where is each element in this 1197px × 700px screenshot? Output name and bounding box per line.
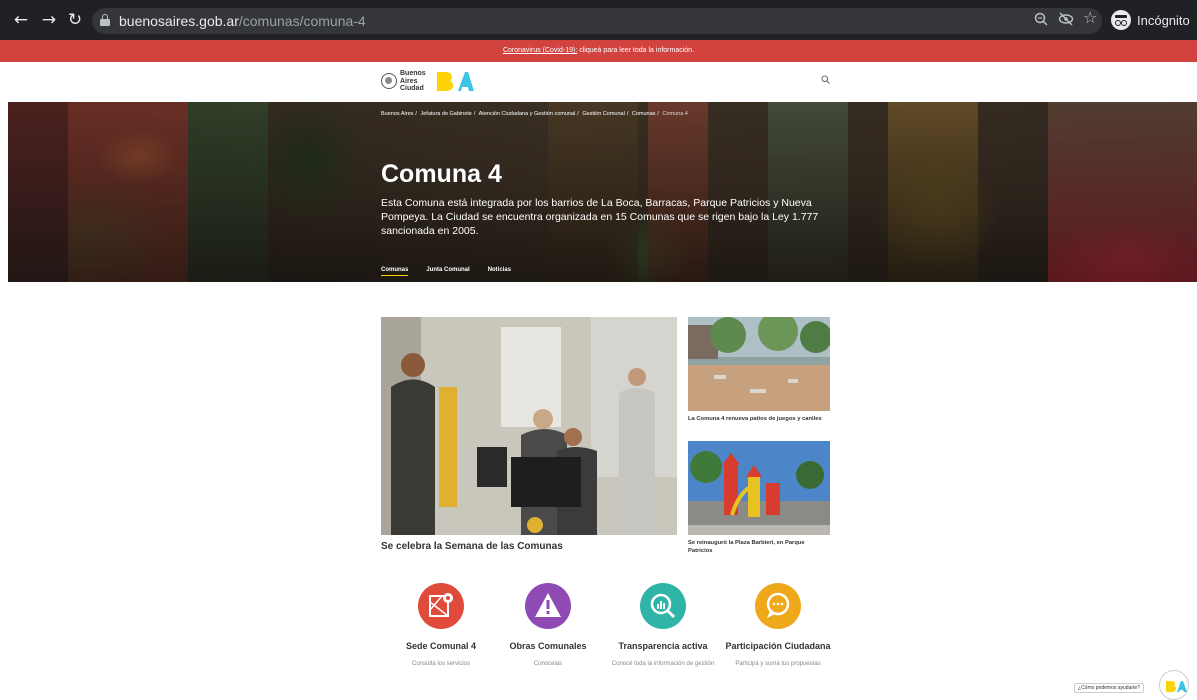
lock-icon[interactable] <box>100 14 110 26</box>
shortcut-title: Participación Ciudadana <box>725 641 831 651</box>
eye-off-icon[interactable] <box>1058 12 1074 30</box>
news-side-photo-2 <box>688 441 830 535</box>
search-icon[interactable] <box>821 75 830 87</box>
zoom-icon[interactable] <box>1034 12 1048 30</box>
incognito-indicator[interactable]: Incógnito <box>1111 8 1190 32</box>
city-logo-text: Buenos Aires Ciudad <box>400 70 426 93</box>
star-icon[interactable]: ☆ <box>1083 10 1097 26</box>
map-pin-icon[interactable] <box>418 583 464 629</box>
news-side-title-2[interactable]: Se reinauguró la Plaza Barbieri, en Parq… <box>688 540 830 555</box>
news-side-image-1[interactable] <box>688 317 830 411</box>
chat-widget-icon[interactable] <box>1159 670 1189 700</box>
breadcrumb-item[interactable]: Atención Ciudadana y Gestión comunal <box>479 111 576 117</box>
city-seal-icon <box>381 73 397 90</box>
news-side-title-1[interactable]: La Comuna 4 renueva patios de juegos y c… <box>688 416 830 424</box>
breadcrumb-item[interactable]: Jefatura de Gabinete <box>420 111 471 117</box>
page-title: Comuna 4 <box>381 160 502 188</box>
shortcut-participacion[interactable]: Participación Ciudadana Participá y sumá… <box>718 583 838 669</box>
alert-bar: Coronavirus (Covid-19): cliqueá para lee… <box>0 40 1197 62</box>
browser-toolbar: ← → ↻ buenosaires.gob.ar/comunas/comuna-… <box>0 0 1197 40</box>
tab-junta-comunal[interactable]: Junta Comunal <box>426 267 469 276</box>
news-side-image-2[interactable] <box>688 441 830 535</box>
tab-noticias[interactable]: Noticias <box>488 267 511 276</box>
shortcut-subtitle: Conocé toda la información de gestión <box>611 661 715 667</box>
hero-shade <box>8 102 1197 282</box>
news-main-title[interactable]: Se celebra la Semana de las Comunas <box>381 541 677 552</box>
address-bar[interactable]: buenosaires.gob.ar/comunas/comuna-4 <box>92 8 1102 34</box>
news-side-photo-1 <box>688 317 830 411</box>
site-header: Buenos Aires Ciudad <box>0 62 1197 102</box>
reload-icon[interactable]: ↻ <box>66 11 84 29</box>
news-main-photo <box>381 317 677 535</box>
chat-help-label[interactable]: ¿Cómo podemos ayudarte? <box>1074 683 1144 693</box>
url-text[interactable]: buenosaires.gob.ar/comunas/comuna-4 <box>119 13 366 29</box>
shortcut-title: Obras Comunales <box>509 641 587 651</box>
url-host: buenosaires.gob.ar <box>119 13 239 29</box>
breadcrumb: Buenos Aires / Jefatura de Gabinete / Aten… <box>381 111 688 117</box>
warning-icon[interactable] <box>525 583 571 629</box>
shortcut-title: Transparencia activa <box>618 641 708 651</box>
logo-line: Ciudad <box>400 85 424 92</box>
url-path: /comunas/comuna-4 <box>238 13 366 29</box>
incognito-icon <box>1111 10 1131 30</box>
hero-tabs: Comunas Junta Comunal Noticias <box>381 267 511 276</box>
shortcut-obras-comunales[interactable]: Obras Comunales Conocelas <box>488 583 608 669</box>
logo-line: Aires <box>400 77 418 85</box>
page-description: Esta Comuna está integrada por los barri… <box>381 197 819 237</box>
breadcrumb-item[interactable]: Gestión Comunal <box>582 111 625 117</box>
forward-arrow-icon[interactable]: → <box>40 11 58 29</box>
shortcut-subtitle: Participá y sumá tus propuestas <box>735 661 821 667</box>
breadcrumb-item[interactable]: Buenos Aires <box>381 111 413 117</box>
shortcut-subtitle: Conocelas <box>533 661 563 667</box>
tab-comunas[interactable]: Comunas <box>381 267 409 276</box>
ba-logo[interactable] <box>436 69 474 93</box>
city-logo[interactable]: Buenos Aires Ciudad <box>381 70 426 93</box>
news-main-image[interactable] <box>381 317 677 535</box>
hero-banner: Buenos Aires / Jefatura de Gabinete / Aten… <box>8 102 1197 282</box>
breadcrumb-item[interactable]: Comunas <box>632 111 656 117</box>
shortcut-subtitle: Consultá los servicios <box>411 661 471 667</box>
alert-text: cliqueá para leer toda la información. <box>577 47 695 54</box>
alert-link[interactable]: Coronavirus (Covid-19): <box>503 47 577 54</box>
chat-bubble-icon[interactable] <box>755 583 801 629</box>
magnifier-chart-icon[interactable] <box>640 583 686 629</box>
incognito-label: Incógnito <box>1137 12 1190 28</box>
shortcut-transparencia[interactable]: Transparencia activa Conocé toda la info… <box>603 583 723 669</box>
logo-line: Buenos <box>400 70 426 77</box>
shortcut-sede-comunal[interactable]: Sede Comunal 4 Consultá los servicios <box>381 583 501 669</box>
shortcut-title: Sede Comunal 4 <box>405 641 477 651</box>
breadcrumb-current: Comuna 4 <box>662 111 688 117</box>
back-arrow-icon[interactable]: ← <box>12 11 30 29</box>
